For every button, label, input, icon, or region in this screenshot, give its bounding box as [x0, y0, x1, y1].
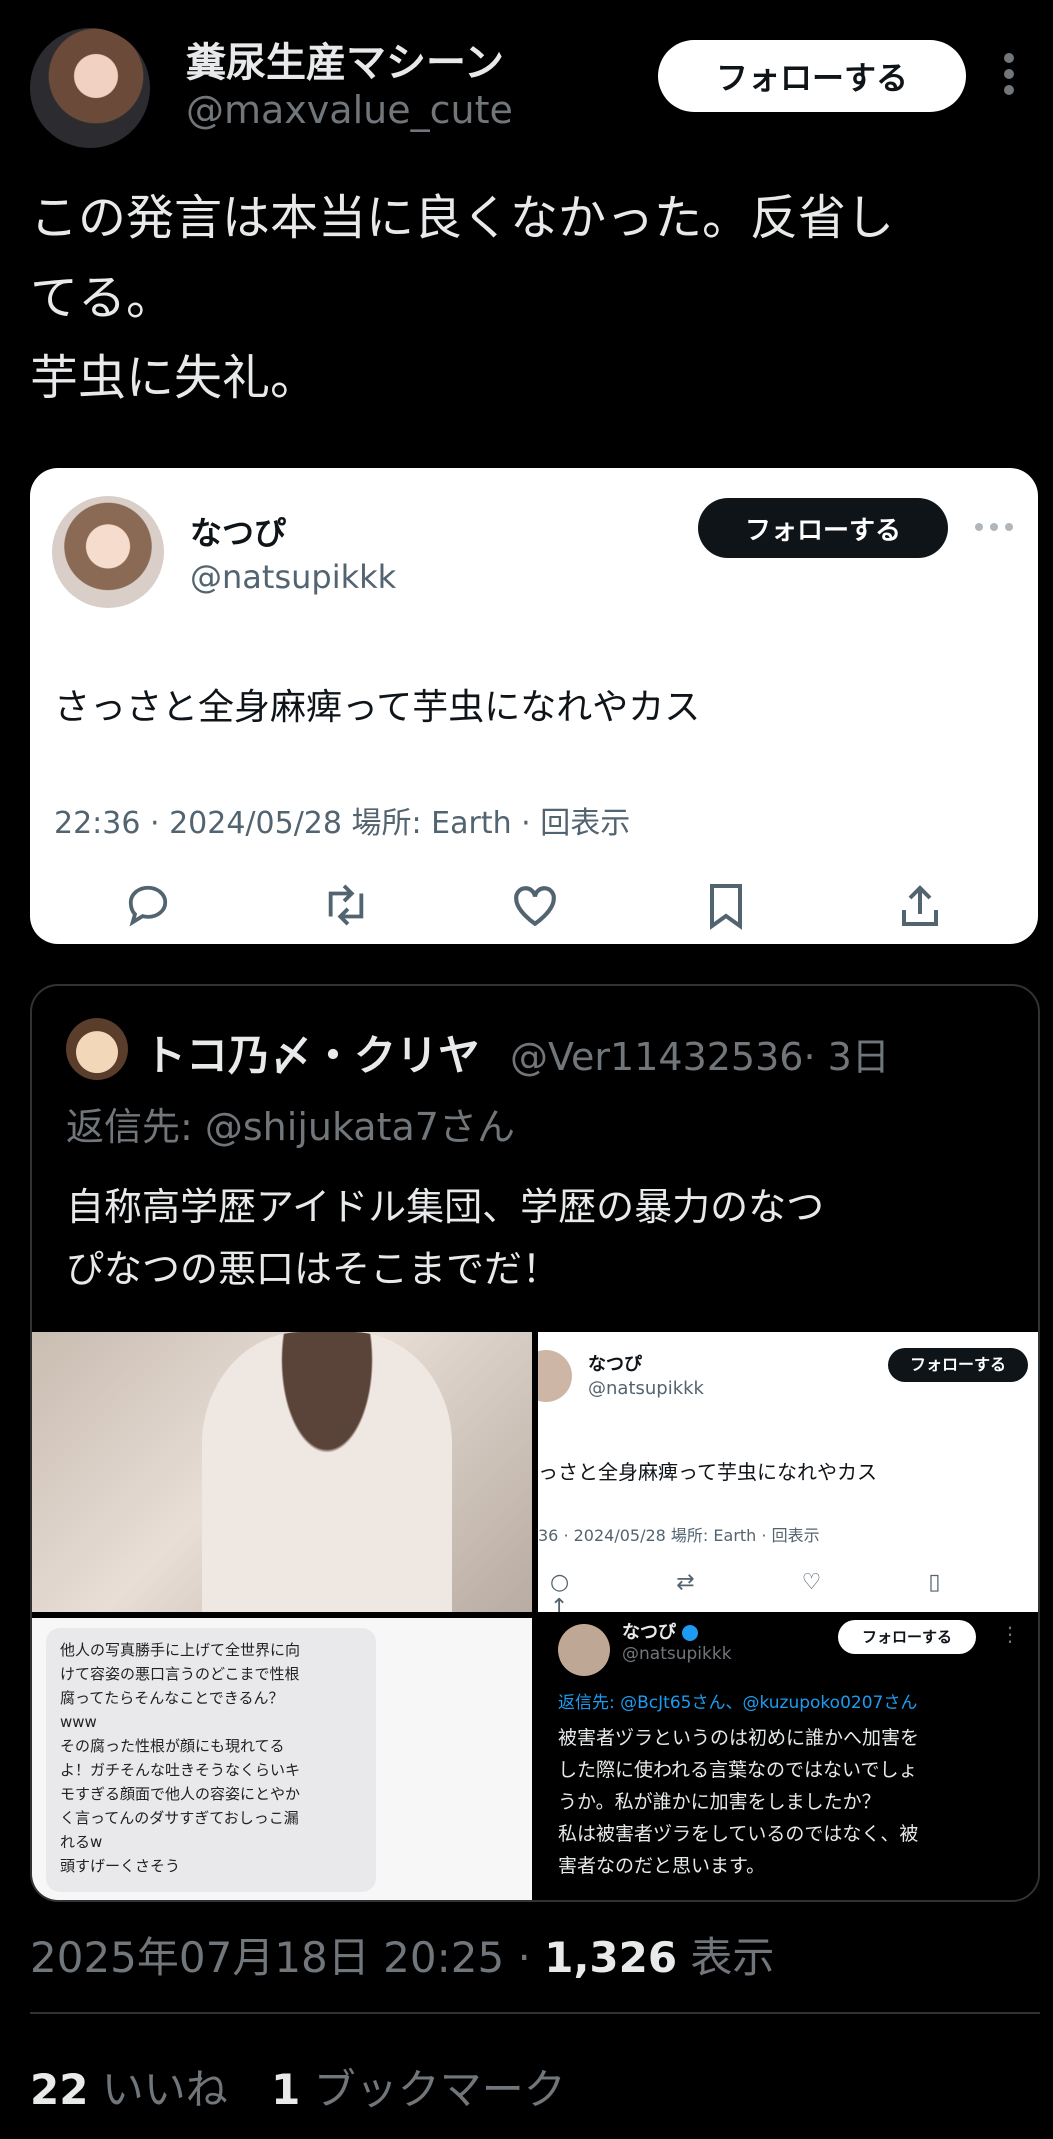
more-options-icon[interactable]	[1003, 52, 1015, 96]
dark-mini-handle: @natsupikkk	[622, 1644, 732, 1664]
reply-tweet-card[interactable]: トコ乃〆・クリヤ @Ver11432536· 3日 返信先: @shijukat…	[30, 984, 1040, 1902]
share-icon[interactable]	[898, 882, 942, 930]
dark-mini-avatar	[558, 1624, 610, 1676]
note-line: その腐った性根が顔にも現れてる	[60, 1737, 285, 1755]
reply-text: 自称高学歴アイドル集団、学歴の暴力のなつ ぴなつの悪口はそこまでだ！	[66, 1176, 824, 1300]
divider	[30, 2012, 1040, 2014]
likes-count[interactable]: 22	[30, 2065, 88, 2114]
quoted-text: さっさと全身麻痺って芋虫になれやカス	[54, 687, 701, 728]
bookmarks-count[interactable]: 1	[271, 2065, 300, 2114]
reply-line: 自称高学歴アイドル集団、学歴の暴力のなつ	[66, 1185, 825, 1229]
quoted-display-name[interactable]: なつぴ	[190, 508, 286, 554]
note-line: 腐ってたらそんなことできるん？	[60, 1689, 284, 1707]
quoted-tweet-card[interactable]: なつぴ @natsupikkk フォローする さっさと全身麻痺って芋虫になれやカ…	[30, 468, 1038, 944]
media-screenshot-quote[interactable]: なつぴ @natsupikkk フォローする っさと全身麻痺って芋虫になれやカス…	[538, 1332, 1038, 1612]
note-line: 頭すげーくさそう	[60, 1857, 181, 1875]
author-avatar[interactable]	[30, 28, 150, 148]
verified-badge-icon	[682, 1625, 699, 1641]
note-line: www	[60, 1713, 97, 1731]
quoted-more-icon[interactable]	[974, 522, 1014, 532]
note-line: く言ってんのダサすぎておしっこ漏	[60, 1809, 299, 1827]
dark-mini-line: 私は被害者ヅラをしているのではなく、被	[558, 1823, 919, 1845]
reply-line: ぴなつの悪口はそこまでだ！	[66, 1247, 561, 1291]
note-line: けて容姿の悪口言うのどこまで性根	[60, 1665, 300, 1683]
tweet-timestamp[interactable]: 2025年07月18日 20:25 ·	[30, 1933, 544, 1982]
dark-mini-line: 害者なのだと思います。	[558, 1855, 766, 1877]
note-line: れるw	[60, 1833, 103, 1851]
follow-button[interactable]: フォローする	[658, 40, 966, 112]
mini-display-name: なつぴ	[588, 1354, 642, 1375]
dark-mini-line: した際に使われる言葉なのではないでしょ	[558, 1759, 918, 1781]
media-photo[interactable]	[32, 1332, 532, 1612]
mini-follow-button: フォローする	[888, 1348, 1028, 1382]
tweet-line: てる。	[30, 270, 175, 326]
dark-mini-more-icon: ⋮	[1000, 1622, 1020, 1646]
reply-icon[interactable]	[124, 882, 172, 928]
tweet-text: この発言は本当に良くなかった。反省し てる。 芋虫に失礼。	[30, 178, 1020, 418]
dark-mini-text: 被害者ヅラというのは初めに誰かへ加害を した際に使われる言葉なのではないでしょ …	[558, 1722, 919, 1882]
dark-mini-line: うか。私が誰かに加害をしましたか？	[558, 1791, 881, 1813]
quoted-follow-button[interactable]: フォローする	[698, 498, 948, 558]
tweet-line: 芋虫に失礼。	[30, 350, 319, 406]
media-dark-reply-screenshot[interactable]: なつぴ @natsupikkk フォローする ⋮ 返信先: @BcJt65さん、…	[538, 1618, 1038, 1900]
tweet-timestamp-row: 2025年07月18日 20:25 · 1,326 表示	[30, 1924, 774, 1985]
note-bubble: 他人の写真勝手に上げて全世界に向 けて容姿の悪口言うのどこまで性根 腐ってたらそ…	[46, 1628, 376, 1892]
reply-avatar[interactable]	[66, 1018, 128, 1080]
media-note-screenshot[interactable]: 他人の写真勝手に上げて全世界に向 けて容姿の悪口言うのどこまで性根 腐ってたらそ…	[32, 1618, 532, 1900]
dark-mini-follow-button: フォローする	[838, 1620, 976, 1654]
dark-mini-display-name: なつぴ	[622, 1622, 676, 1643]
mini-avatar	[538, 1350, 572, 1402]
dark-mini-line: 被害者ヅラというのは初めに誰かへ加害を	[558, 1727, 920, 1749]
bookmarks-label[interactable]: ブックマーク	[300, 2065, 566, 2114]
mini-meta: 36 · 2024/05/28 場所: Earth · 回表示	[538, 1526, 820, 1545]
views-label: 表示	[677, 1933, 775, 1982]
tweet-line: この発言は本当に良くなかった。反省し	[30, 190, 895, 246]
photo-subject-shape	[202, 1332, 452, 1612]
note-line: よ！ガチそんな吐きそうなくらいキ	[60, 1761, 301, 1779]
like-icon[interactable]	[510, 882, 560, 928]
note-line: モすぎる顔面で他人の容姿にとやか	[60, 1785, 301, 1803]
dark-mini-reply-to: 返信先: @BcJt65さん、@kuzupoko0207さん	[558, 1693, 918, 1713]
bookmark-icon[interactable]	[706, 882, 746, 930]
views-count: 1,326	[544, 1933, 678, 1982]
reply-age: · 3日	[803, 1035, 890, 1079]
author-display-name[interactable]: 糞尿生産マシーン	[186, 30, 504, 88]
mini-handle: @natsupikkk	[588, 1378, 704, 1399]
reply-to[interactable]: 返信先: @shijukata7さん	[66, 1096, 515, 1151]
likes-label[interactable]: いいね	[88, 2065, 228, 2114]
note-line: 他人の写真勝手に上げて全世界に向	[60, 1641, 301, 1659]
reply-handle[interactable]: @Ver11432536	[510, 1035, 803, 1079]
author-handle[interactable]: @maxvalue_cute	[186, 88, 513, 132]
quoted-meta: 22:36 · 2024/05/28 場所: Earth · 回表示	[54, 806, 631, 841]
retweet-icon[interactable]	[320, 882, 372, 928]
quoted-handle[interactable]: @natsupikkk	[190, 558, 396, 596]
quoted-avatar[interactable]	[52, 496, 164, 608]
engagement-row: 22 いいね 1 ブックマーク	[30, 2056, 566, 2117]
mini-actions: ○ ⇄ ♡ ▯ ↑	[550, 1570, 991, 1612]
mini-text: っさと全身麻痺って芋虫になれやカス	[538, 1460, 877, 1484]
reply-display-name[interactable]: トコ乃〆・クリヤ	[144, 1022, 480, 1083]
